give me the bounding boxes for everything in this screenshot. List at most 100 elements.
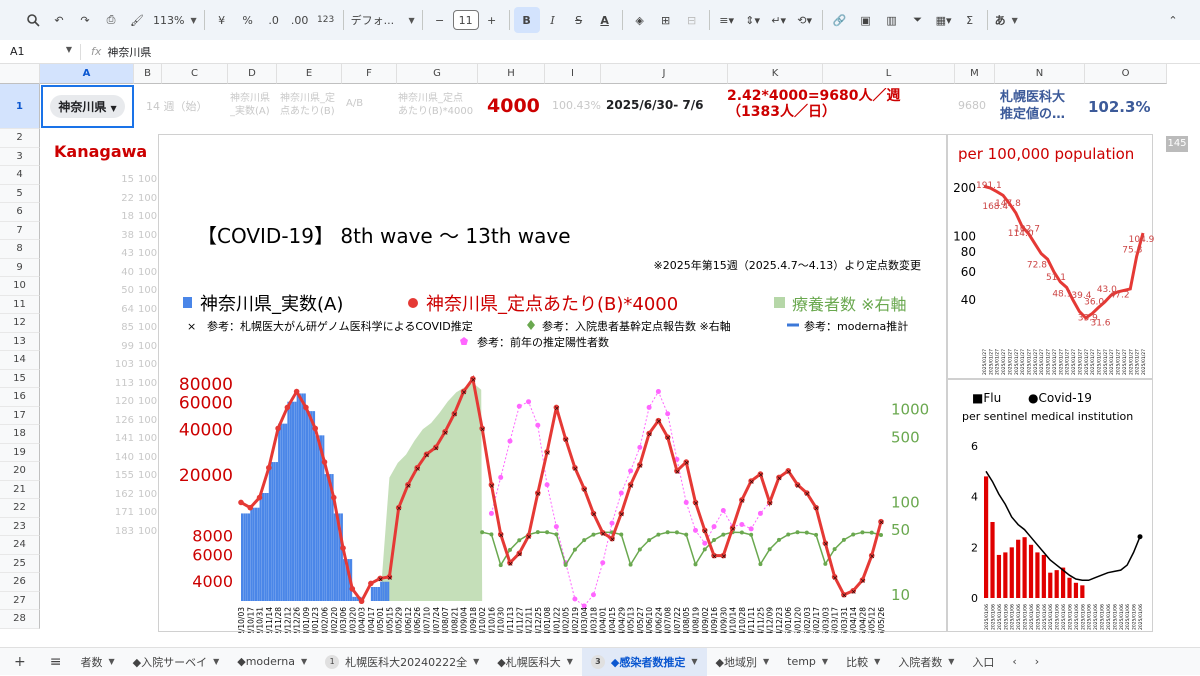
cell-value[interactable]: 171	[106, 507, 134, 518]
row-header-4[interactable]: 4	[0, 166, 40, 185]
merge-cells-icon[interactable]: ⊟	[679, 7, 705, 33]
row-header-9[interactable]: 9	[0, 258, 40, 277]
search-icon[interactable]	[20, 7, 46, 33]
row-header-12[interactable]: 12	[0, 314, 40, 333]
sheet-tab[interactable]: ◆moderna ▼	[228, 648, 316, 676]
cell-value[interactable]: 100	[138, 378, 157, 389]
sheet-tab[interactable]: ◆地域別 ▼	[707, 648, 779, 676]
cell-j1[interactable]: 2025/6/30- 7/6	[606, 98, 703, 112]
font-size-input[interactable]: 11	[452, 10, 479, 30]
cell-h1[interactable]: 4000	[487, 95, 540, 117]
formula-input[interactable]: 神奈川県	[107, 44, 151, 60]
filter-views-icon[interactable]: ▦▾	[931, 7, 957, 33]
sheet-tab[interactable]: 3 ◆感染者数推定 ▼	[581, 647, 707, 676]
row-header-22[interactable]: 22	[0, 499, 40, 518]
cell-value[interactable]: 64	[106, 304, 134, 315]
print-icon[interactable]: ⎙	[98, 7, 124, 33]
cell-f1[interactable]: A/B	[346, 98, 363, 109]
text-rotation-icon[interactable]: ⟲▾	[792, 7, 818, 33]
vertical-align-icon[interactable]: ⇕▾	[740, 7, 766, 33]
cell-a1[interactable]: 神奈川県 ▼	[41, 85, 134, 128]
font-size-increase-button[interactable]: +	[479, 7, 505, 33]
decrease-decimal-button[interactable]: .0	[261, 7, 287, 33]
sheet-tab[interactable]: 1 札幌医科大20240222全 ▼	[316, 648, 488, 676]
column-header-k[interactable]: K	[728, 64, 823, 84]
cell-value[interactable]: 100	[138, 396, 157, 407]
cell-d1[interactable]: 神奈川県 _実数(A)	[230, 92, 270, 118]
cell-o1[interactable]: 102.3%	[1088, 98, 1150, 116]
currency-button[interactable]: ¥	[209, 7, 235, 33]
all-sheets-icon[interactable]: ≡	[40, 648, 72, 676]
cell-value[interactable]: 100	[138, 230, 157, 241]
column-header-f[interactable]: F	[342, 64, 397, 84]
name-box[interactable]: A1 ▼	[0, 45, 80, 58]
cell-value[interactable]: 100	[138, 433, 157, 444]
row-header-20[interactable]: 20	[0, 462, 40, 481]
cell-value[interactable]: 38	[106, 230, 134, 241]
cell-value[interactable]: 100	[138, 267, 157, 278]
row-header-2[interactable]: 2	[0, 129, 40, 148]
add-sheet-icon[interactable]: +	[0, 648, 40, 676]
cell-c1[interactable]: 14 週（始）	[146, 98, 208, 114]
column-header-g[interactable]: G	[397, 64, 478, 84]
cell-value[interactable]: 155	[106, 470, 134, 481]
cell-value[interactable]: 99	[106, 341, 134, 352]
cell-value[interactable]: 100	[138, 211, 157, 222]
cell-k1[interactable]: 2.42*4000=9680人／週 （1383人／日）	[727, 88, 901, 120]
cell-value[interactable]: 22	[106, 193, 134, 204]
cell-value[interactable]: 100	[138, 415, 157, 426]
row-header-25[interactable]: 25	[0, 554, 40, 573]
chart-icon[interactable]: ▥	[879, 7, 905, 33]
cell-value[interactable]: 100	[138, 452, 157, 463]
cell-value[interactable]: 100	[138, 193, 157, 204]
row-header-14[interactable]: 14	[0, 351, 40, 370]
column-header-o[interactable]: O	[1085, 64, 1167, 84]
per-100k-chart[interactable]: per 100,000 population 200 100 80 60 40 191.1 1…	[947, 134, 1155, 379]
row-header-8[interactable]: 8	[0, 240, 40, 259]
zoom-select[interactable]: 113% ▼	[150, 7, 200, 33]
cell-value[interactable]: 100	[138, 359, 157, 370]
cell-value[interactable]: 100	[138, 489, 157, 500]
column-header-e[interactable]: E	[277, 64, 342, 84]
cell-value[interactable]: 126	[106, 415, 134, 426]
sheet-tab[interactable]: 者数 ▼	[71, 648, 123, 676]
text-wrap-icon[interactable]: ↵▾	[766, 7, 792, 33]
flu-covid-chart[interactable]: ■Flu ●Covid-19 per sentinel medical instit…	[947, 379, 1153, 632]
cell-value[interactable]: 162	[106, 489, 134, 500]
row-header-1[interactable]: 1	[0, 84, 40, 129]
row-header-7[interactable]: 7	[0, 221, 40, 240]
row-header-16[interactable]: 16	[0, 388, 40, 407]
cell-value[interactable]: 100	[138, 341, 157, 352]
column-header-l[interactable]: L	[823, 64, 955, 84]
fill-color-icon[interactable]: ◈	[627, 7, 653, 33]
filter-icon[interactable]: ⏷	[905, 7, 931, 33]
column-header-c[interactable]: C	[162, 64, 228, 84]
cell-value[interactable]: 140	[106, 452, 134, 463]
cell-value[interactable]: 15	[106, 174, 134, 185]
column-header-d[interactable]: D	[228, 64, 277, 84]
column-header-i[interactable]: I	[545, 64, 601, 84]
strikethrough-icon[interactable]: S	[566, 7, 592, 33]
percent-button[interactable]: %	[235, 7, 261, 33]
collapse-toolbar-icon[interactable]: ⌃	[1160, 7, 1186, 33]
row-header-24[interactable]: 24	[0, 536, 40, 555]
sheet-tab[interactable]: ◆札幌医科大 ▼	[488, 648, 582, 676]
row-header-23[interactable]: 23	[0, 517, 40, 536]
cell-value[interactable]: 183	[106, 526, 134, 537]
select-all-corner[interactable]	[0, 64, 40, 84]
column-header-n[interactable]: N	[995, 64, 1085, 84]
cell-value[interactable]: 120	[106, 396, 134, 407]
cell-n1[interactable]: 札幌医科大 推定値の…	[1000, 89, 1065, 123]
tab-scroll-right-icon[interactable]: ›	[1026, 648, 1048, 676]
undo-icon[interactable]: ↶	[46, 7, 72, 33]
row-header-28[interactable]: 28	[0, 610, 40, 629]
bold-button[interactable]: B	[513, 7, 540, 33]
cell-value[interactable]: 100	[138, 470, 157, 481]
cell-g1[interactable]: 神奈川県_定点 あたり(B)*4000	[398, 92, 473, 118]
increase-decimal-button[interactable]: .00	[287, 7, 313, 33]
sheet-tab[interactable]: ◆入院サーベイ ▼	[124, 648, 229, 676]
cell-i1[interactable]: 100.43%	[552, 99, 601, 112]
sheet-grid[interactable]: ABCDEFGHIJKLMNO 1 2 3 4 5 6 7 8 9 10 11 12 13 14 15 16 1…	[0, 64, 1200, 650]
row-header-17[interactable]: 17	[0, 406, 40, 425]
row-header-10[interactable]: 10	[0, 277, 40, 296]
